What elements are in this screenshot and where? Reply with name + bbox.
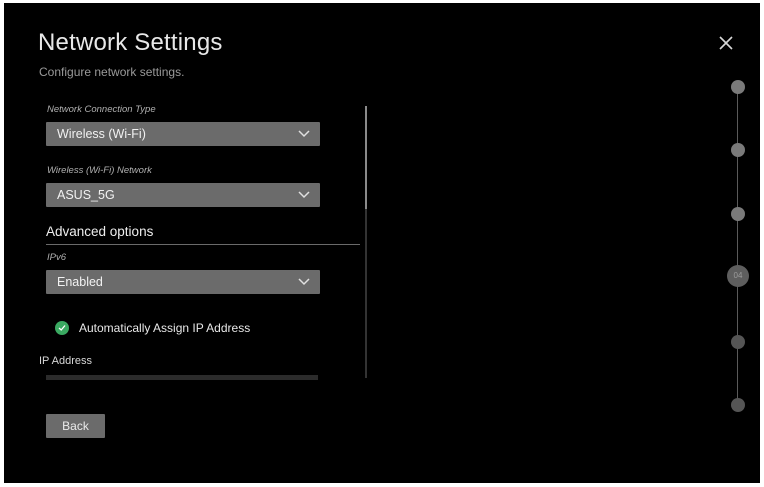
close-icon[interactable] — [716, 33, 736, 53]
step-indicator-5 — [731, 335, 745, 349]
step-indicator-current: 04 — [727, 265, 749, 287]
ipv6-value: Enabled — [57, 275, 103, 289]
step-indicator-1 — [731, 80, 745, 94]
advanced-options-title: Advanced options — [46, 224, 154, 239]
wifi-network-label: Wireless (Wi-Fi) Network — [47, 165, 152, 176]
back-button[interactable]: Back — [46, 414, 105, 438]
wifi-network-value: ASUS_5G — [57, 188, 115, 202]
chevron-down-icon — [298, 191, 310, 199]
auto-ip-checkbox[interactable]: Automatically Assign IP Address — [55, 318, 250, 338]
ip-address-label: IP Address — [39, 355, 92, 367]
connection-type-select[interactable]: Wireless (Wi-Fi) — [46, 122, 320, 146]
network-settings-screen: Network Settings Configure network setti… — [4, 3, 760, 483]
section-divider — [46, 244, 360, 245]
connection-type-label: Network Connection Type — [47, 104, 156, 115]
step-indicator-2 — [731, 143, 745, 157]
stepper-track — [737, 87, 738, 405]
ipv6-label: IPv6 — [47, 252, 67, 263]
chevron-down-icon — [298, 130, 310, 138]
settings-form: Network Connection Type Wireless (Wi-Fi)… — [39, 98, 369, 380]
wifi-network-select[interactable]: ASUS_5G — [46, 183, 320, 207]
step-indicator-3 — [731, 207, 745, 221]
auto-ip-label: Automatically Assign IP Address — [79, 321, 251, 335]
check-circle-icon — [55, 321, 69, 335]
ip-address-input[interactable] — [46, 375, 318, 380]
page-title: Network Settings — [38, 29, 223, 56]
scrollbar-thumb[interactable] — [365, 106, 367, 209]
step-indicator-6 — [731, 398, 745, 412]
chevron-down-icon — [298, 278, 310, 286]
connection-type-value: Wireless (Wi-Fi) — [57, 127, 146, 141]
page-subtitle: Configure network settings. — [39, 65, 185, 79]
ipv6-select[interactable]: Enabled — [46, 270, 320, 294]
